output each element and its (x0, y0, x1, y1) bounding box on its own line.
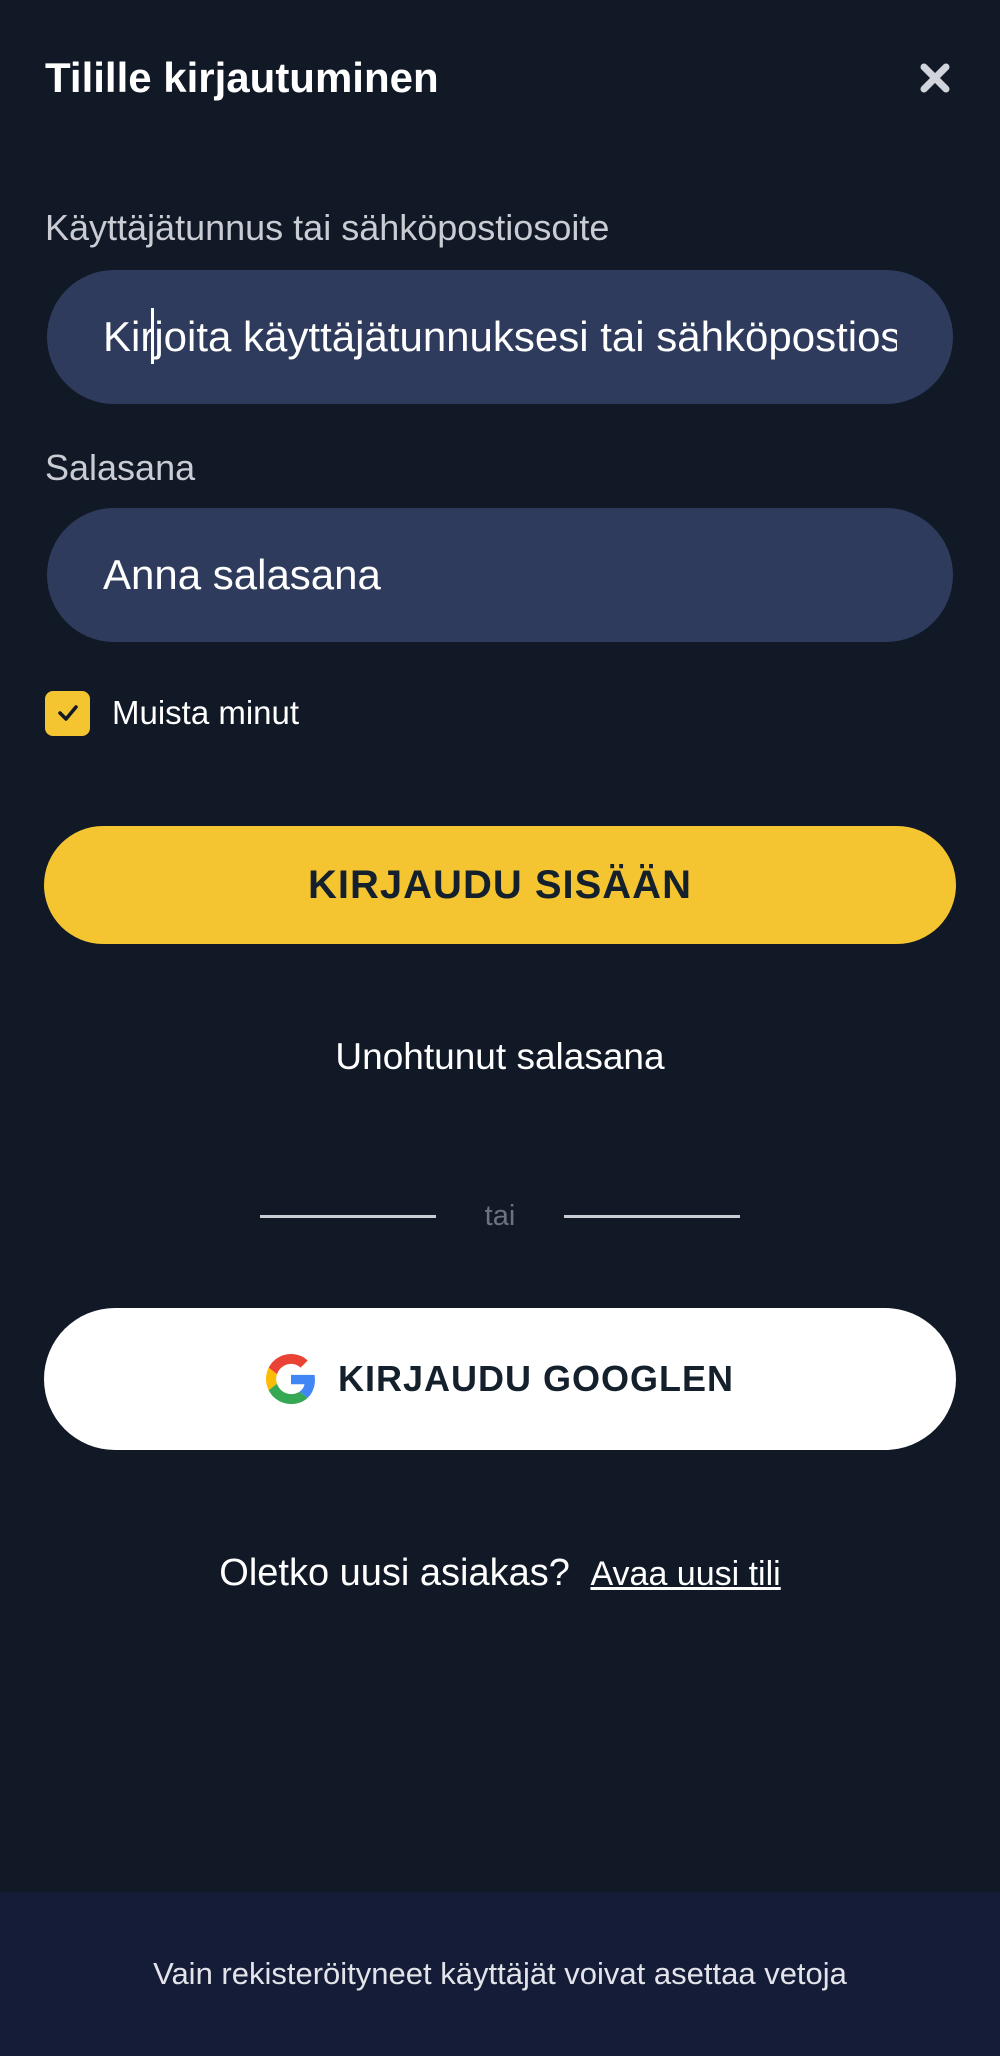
divider-label: tai (484, 1199, 516, 1232)
footer-banner: Vain rekisteröityneet käyttäjät voivat a… (0, 1892, 1000, 2056)
signup-question: Oletko uusi asiakas? (219, 1552, 570, 1594)
modal-header: Tilille kirjautuminen (45, 52, 955, 104)
password-label: Salasana (45, 447, 196, 488)
modal-title: Tilille kirjautuminen (45, 54, 439, 101)
google-login-button[interactable]: KIRJAUDU GOOGLEN (44, 1308, 956, 1450)
username-label: Käyttäjätunnus tai sähköpostiosoite (45, 207, 610, 248)
divider-line-right (563, 1214, 740, 1218)
password-input[interactable] (47, 508, 953, 642)
google-login-label: KIRJAUDU GOOGLEN (337, 1358, 735, 1399)
password-field-wrapper (47, 508, 953, 642)
close-icon (920, 63, 950, 93)
checkmark-icon (57, 705, 78, 721)
login-button[interactable]: KIRJAUDU SISÄÄN (44, 826, 956, 944)
close-button[interactable] (915, 58, 955, 98)
footer-text: Vain rekisteröityneet käyttäjät voivat a… (153, 1956, 847, 1991)
or-divider: tai (260, 1196, 740, 1236)
remember-me-checkbox[interactable] (45, 690, 90, 736)
remember-me-label: Muista minut (112, 694, 300, 731)
text-caret (151, 308, 154, 364)
google-icon (265, 1354, 315, 1404)
username-field-wrapper (47, 270, 953, 404)
login-modal: Tilille kirjautuminen Käyttäjätunnus tai… (0, 0, 1000, 2056)
username-input[interactable] (47, 270, 953, 404)
open-account-link[interactable]: Avaa uusi tili (590, 1555, 780, 1593)
forgot-password-link[interactable]: Unohtunut salasana (0, 1036, 1000, 1078)
divider-line-left (260, 1214, 436, 1218)
remember-me-toggle[interactable]: Muista minut (45, 690, 299, 736)
signup-prompt: Oletko uusi asiakas? Avaa uusi tili (0, 1552, 1000, 1595)
